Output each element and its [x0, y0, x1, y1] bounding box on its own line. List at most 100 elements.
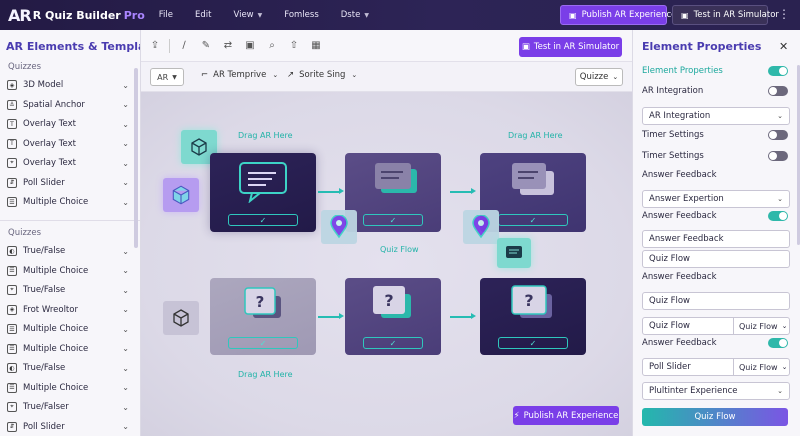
property-toggle[interactable]	[768, 86, 788, 96]
chevron-down-icon[interactable]: ⌄	[122, 100, 129, 109]
property-toggle[interactable]	[768, 211, 788, 221]
chevron-down-icon[interactable]: ⌄	[122, 403, 129, 412]
chevron-down-icon[interactable]: ⌄	[122, 364, 129, 373]
quiz-card[interactable]: ? ✓	[345, 278, 441, 355]
quiz-card[interactable]: ? ✓	[210, 278, 316, 355]
chevron-down-icon[interactable]: ⌄	[122, 305, 129, 314]
image-icon[interactable]: ▦	[308, 38, 324, 54]
upload-icon[interactable]: ⇪	[147, 38, 163, 54]
test-simulator-canvas-button[interactable]: ▣ Test in AR Simulator	[519, 37, 622, 57]
menu-fomless[interactable]: Fomless	[284, 10, 319, 20]
chevron-down-icon[interactable]: ⌄	[122, 422, 129, 431]
element-item[interactable]: ◈ Frot Wreoltor ⌄	[7, 301, 129, 319]
element-item[interactable]: T Overlay Text ⌄	[7, 115, 129, 133]
element-item[interactable]: ☰ Multiple Choice ⌄	[7, 320, 129, 338]
menu-view[interactable]: View ▼	[233, 10, 262, 20]
text-block-tile[interactable]	[497, 238, 531, 268]
test-simulator-button[interactable]: ▣ Test in AR Simulator	[672, 5, 779, 25]
cube-tile-purple[interactable]	[163, 178, 199, 212]
check-answer-button[interactable]: ✓	[228, 337, 298, 349]
quiz-card[interactable]: ✓	[210, 153, 316, 232]
chevron-down-icon[interactable]: ⌄	[122, 286, 129, 295]
element-item[interactable]: ◈ 3D Model ⌄	[7, 76, 129, 94]
check-answer-button[interactable]: ✓	[498, 337, 568, 349]
swap-icon[interactable]: ⇄	[220, 38, 236, 54]
property-toggle[interactable]	[768, 66, 788, 76]
chevron-down-icon[interactable]: ⌄	[122, 247, 129, 256]
property-toggle[interactable]	[768, 151, 788, 161]
export-icon[interactable]: ⇧	[286, 38, 302, 54]
property-split-field[interactable]: Poll Slider Quiz Flow ⌄	[642, 358, 790, 376]
quiz-card[interactable]: ✓	[345, 153, 441, 232]
property-toggle[interactable]	[768, 130, 788, 140]
left-scrollbar[interactable]	[134, 68, 138, 248]
location-pin-tile[interactable]	[321, 210, 357, 244]
element-item[interactable]: T Overlay Text ⌄	[7, 135, 129, 153]
element-item[interactable]: ☰ Multiple Choice ⌄	[7, 379, 129, 397]
element-item[interactable]: ◐ True/False ⌄	[7, 242, 129, 260]
check-answer-button[interactable]: ✓	[363, 337, 423, 349]
chevron-down-icon: ⌄	[612, 73, 619, 81]
chevron-down-icon[interactable]: ⌄	[122, 383, 129, 392]
menu-edit[interactable]: Edit	[195, 10, 211, 20]
app-title-suffix: Pro	[123, 8, 145, 22]
element-item[interactable]: ☰ Multiple Choice ⌄	[7, 262, 129, 280]
check-answer-button[interactable]: ✓	[363, 214, 423, 226]
search-icon[interactable]: ⌕	[264, 38, 280, 54]
chevron-down-icon[interactable]: ⌄	[122, 139, 129, 148]
property-field[interactable]: Quiz Flow	[642, 292, 790, 310]
chevron-down-icon[interactable]: ⌄	[122, 325, 129, 334]
element-item[interactable]: ⚓ Spatial Anchor ⌄	[7, 96, 129, 114]
property-field[interactable]: Answer Feedback	[642, 230, 790, 248]
property-select[interactable]: Answer Expertion ⌄	[642, 190, 790, 208]
chevron-down-icon[interactable]: ⌄	[122, 120, 129, 129]
element-item[interactable]: ☰ Multiple Choice ⌄	[7, 193, 129, 211]
element-item[interactable]: ☰ Multiple Choice ⌄	[7, 340, 129, 358]
sprite-dropdown[interactable]: ↗ Sorite Sing ⌄	[287, 70, 357, 80]
menu-file[interactable]: File	[159, 10, 173, 20]
property-sub-select[interactable]: Quiz Flow ⌄	[733, 359, 787, 375]
quiz-flow-button[interactable]: Quiz Flow	[642, 408, 788, 426]
chevron-down-icon[interactable]: ⌄	[122, 344, 129, 353]
sprite-icon: ↗	[287, 70, 295, 80]
element-item[interactable]: ⇵ Poll Slider ⌄	[7, 418, 129, 436]
menu-bar: File Edit View ▼ Fomless Dste ▼	[159, 10, 391, 20]
more-menu-icon[interactable]: ⋮	[778, 8, 790, 20]
location-pin-tile[interactable]	[463, 210, 499, 244]
app-title: R Quiz Builder	[32, 8, 121, 22]
drag-label: Drag AR Here	[238, 370, 293, 379]
publish-canvas-button[interactable]: ⚡ Publish AR Experience	[513, 406, 619, 425]
menu-dste[interactable]: Dste ▼	[341, 10, 369, 20]
close-icon[interactable]: ✕	[779, 40, 788, 53]
cube-tile-grey[interactable]	[163, 301, 199, 335]
check-answer-button[interactable]: ✓	[228, 214, 298, 226]
element-item[interactable]: ⌖ True/Falser ⌄	[7, 398, 129, 416]
chat-bubble-icon	[512, 163, 554, 195]
frame-icon[interactable]: ▣	[242, 38, 258, 54]
chevron-down-icon[interactable]: ⌄	[122, 266, 129, 275]
cube-icon	[191, 138, 207, 156]
element-item[interactable]: ⌖ Overlay Text ⌄	[7, 154, 129, 172]
ar-dropdown[interactable]: AR ▼	[150, 68, 184, 86]
quiz-card[interactable]: ? ✓	[480, 278, 586, 355]
quiz-dropdown[interactable]: Quizze ⌄	[575, 68, 623, 86]
chevron-down-icon[interactable]: ⌄	[122, 198, 129, 207]
chevron-down-icon[interactable]: ⌄	[122, 81, 129, 90]
pen-icon[interactable]: ∕	[176, 38, 192, 54]
property-field[interactable]: Quiz Flow	[642, 250, 790, 268]
property-toggle[interactable]	[768, 338, 788, 348]
edit-icon[interactable]: ✎	[198, 38, 214, 54]
property-select[interactable]: AR Integration ⌄	[642, 107, 790, 125]
property-select[interactable]: Plultinter Experience ⌄	[642, 382, 790, 400]
top-bar: AR R Quiz Builder Pro File Edit View ▼ Fo…	[0, 0, 800, 30]
element-item[interactable]: ⇵ Poll Slider ⌄	[7, 174, 129, 192]
check-answer-button[interactable]: ✓	[498, 214, 568, 226]
publish-button[interactable]: ▣ Publish AR Experience	[560, 5, 676, 25]
element-item[interactable]: ◐ True/False ⌄	[7, 359, 129, 377]
chevron-down-icon[interactable]: ⌄	[122, 178, 129, 187]
property-sub-select[interactable]: Quiz Flow ⌄	[733, 318, 787, 334]
chevron-down-icon[interactable]: ⌄	[122, 159, 129, 168]
element-item[interactable]: ⌖ True/False ⌄	[7, 281, 129, 299]
property-split-field[interactable]: Quiz Flow Quiz Flow ⌄	[642, 317, 790, 335]
template-dropdown[interactable]: ⌐ AR Temprive ⌄	[201, 70, 278, 80]
